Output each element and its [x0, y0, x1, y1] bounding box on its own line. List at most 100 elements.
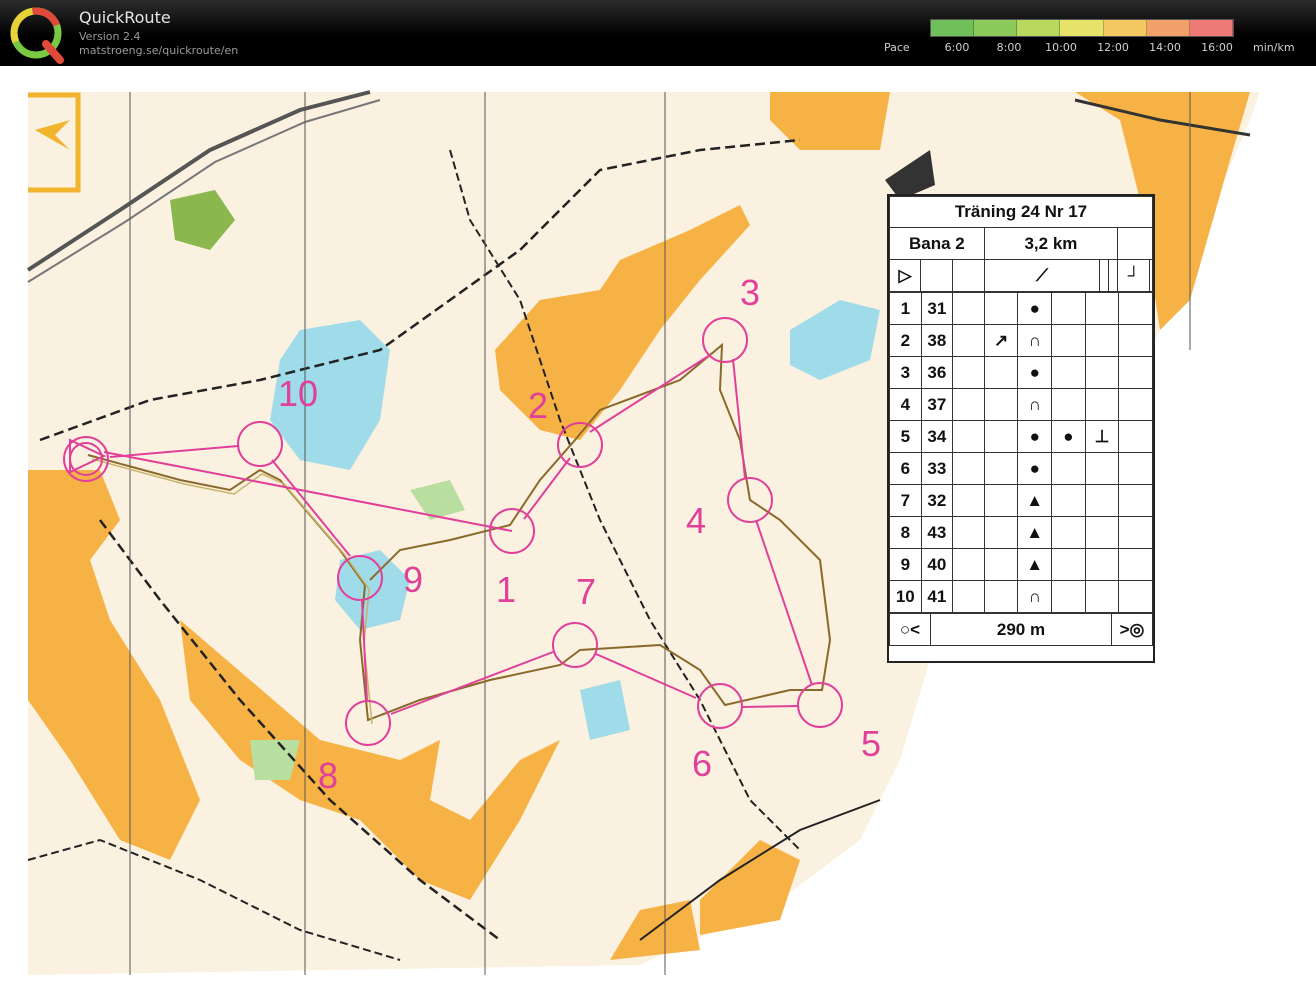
control-number-2: 2	[528, 385, 548, 426]
feature-cell: ▲	[1017, 484, 1053, 517]
column-h	[1118, 420, 1153, 453]
column-c	[952, 292, 985, 325]
column-c	[952, 420, 985, 453]
column-h	[1118, 356, 1153, 389]
location-cell	[1084, 516, 1120, 549]
pace-tick: 10:00	[1045, 41, 1077, 54]
location-cell	[1084, 324, 1120, 357]
pace-tick: 14:00	[1149, 41, 1181, 54]
course-length: 3,2 km	[983, 227, 1119, 260]
app-url-link[interactable]: matstroeng.se/quickroute/en	[79, 44, 238, 57]
control-number-10: 10	[278, 373, 318, 414]
detail-cell	[1051, 484, 1086, 517]
control-number-cell: 6	[889, 452, 922, 485]
detail-cell	[1051, 452, 1086, 485]
pace-tick: 6:00	[944, 41, 970, 54]
column-h	[1118, 292, 1153, 325]
control-number-6: 6	[692, 743, 712, 784]
control-row: 7 32 ▲	[889, 484, 1153, 517]
detail-cell	[1051, 388, 1086, 421]
detail-cell: ●	[1051, 420, 1086, 453]
pace-color-segment	[931, 20, 975, 36]
direction-cell	[983, 388, 1019, 421]
column-c	[952, 388, 985, 421]
control-number-cell: 5	[889, 420, 922, 453]
direction-cell	[983, 548, 1019, 581]
app-header: QuickRoute Version 2.4 matstroeng.se/qui…	[0, 0, 1316, 66]
finish-start-icon: ○<	[889, 613, 931, 646]
detail-cell	[1051, 356, 1086, 389]
control-number-cell: 10	[889, 580, 922, 613]
column-c	[952, 548, 985, 581]
control-number-1: 1	[496, 569, 516, 610]
feature-cell: ∩	[1017, 324, 1053, 357]
control-code-cell: 33	[920, 452, 954, 485]
event-title: Träning 24 Nr 17	[889, 196, 1153, 228]
feature-cell: ∩	[1017, 580, 1053, 613]
control-code-cell: 31	[920, 292, 954, 325]
pace-color-segment	[1146, 20, 1190, 36]
feature-cell: ●	[1017, 356, 1053, 389]
control-description-table: Träning 24 Nr 17 Bana 2 3,2 km ▷ ⟋ ┘	[889, 196, 1153, 292]
direction-cell	[983, 420, 1019, 453]
control-code-cell: 37	[920, 388, 954, 421]
start-feature-icon: ⟋	[983, 259, 1101, 292]
column-c	[952, 484, 985, 517]
pace-color-segment	[1103, 20, 1147, 36]
control-code-cell: 34	[920, 420, 954, 453]
column-c	[952, 516, 985, 549]
feature-cell: ▲	[1017, 548, 1053, 581]
column-c	[952, 324, 985, 357]
direction-cell	[983, 452, 1019, 485]
direction-cell: ↗	[983, 324, 1019, 357]
pace-color-segment	[974, 20, 1018, 36]
start-location-icon: ┘	[1117, 259, 1151, 292]
detail-cell	[1051, 548, 1086, 581]
pace-tick: 8:00	[996, 41, 1022, 54]
location-cell: ⊥	[1084, 420, 1120, 453]
app-name: QuickRoute	[79, 8, 171, 27]
orienteering-map[interactable]: 1 2 3 4 5 6 7 8 9 10 Träning 24 Nr 17 Ba…	[0, 66, 1316, 997]
direction-cell	[983, 356, 1019, 389]
control-code-cell: 41	[920, 580, 954, 613]
column-h	[1118, 484, 1153, 517]
location-cell	[1084, 292, 1120, 325]
control-number-cell: 2	[889, 324, 922, 357]
feature-cell: ●	[1017, 292, 1053, 325]
control-row: 2 38 ↗ ∩	[889, 324, 1153, 357]
pace-color-segment	[1017, 20, 1061, 36]
control-number-7: 7	[576, 571, 596, 612]
course-name: Bana 2	[889, 227, 985, 260]
column-h	[1118, 324, 1153, 357]
control-number-cell: 8	[889, 516, 922, 549]
control-row: 1 31 ●	[889, 292, 1153, 325]
pace-unit: min/km	[1253, 41, 1295, 54]
control-row: 6 33 ●	[889, 452, 1153, 485]
control-code-cell: 38	[920, 324, 954, 357]
control-number-5: 5	[861, 723, 881, 764]
direction-cell	[983, 516, 1019, 549]
pace-label: Pace	[884, 41, 910, 54]
control-code-cell: 36	[920, 356, 954, 389]
finish-row-table: ○< 290 m >◎	[889, 613, 1153, 646]
column-h	[1118, 548, 1153, 581]
location-cell	[1084, 356, 1120, 389]
control-number-cell: 9	[889, 548, 922, 581]
control-code-cell: 40	[920, 548, 954, 581]
control-row: 4 37 ∩	[889, 388, 1153, 421]
column-c	[952, 580, 985, 613]
control-number-cell: 1	[889, 292, 922, 325]
detail-cell	[1051, 324, 1086, 357]
location-cell	[1084, 388, 1120, 421]
control-row: 10 41 ∩	[889, 580, 1153, 613]
direction-cell	[983, 484, 1019, 517]
location-cell	[1084, 484, 1120, 517]
control-number-cell: 7	[889, 484, 922, 517]
control-number-4: 4	[686, 500, 706, 541]
control-number-8: 8	[318, 755, 338, 796]
control-row: 9 40 ▲	[889, 548, 1153, 581]
pace-color-scale	[930, 19, 1234, 37]
location-cell	[1084, 452, 1120, 485]
location-cell	[1084, 548, 1120, 581]
finish-distance: 290 m	[930, 613, 1112, 646]
